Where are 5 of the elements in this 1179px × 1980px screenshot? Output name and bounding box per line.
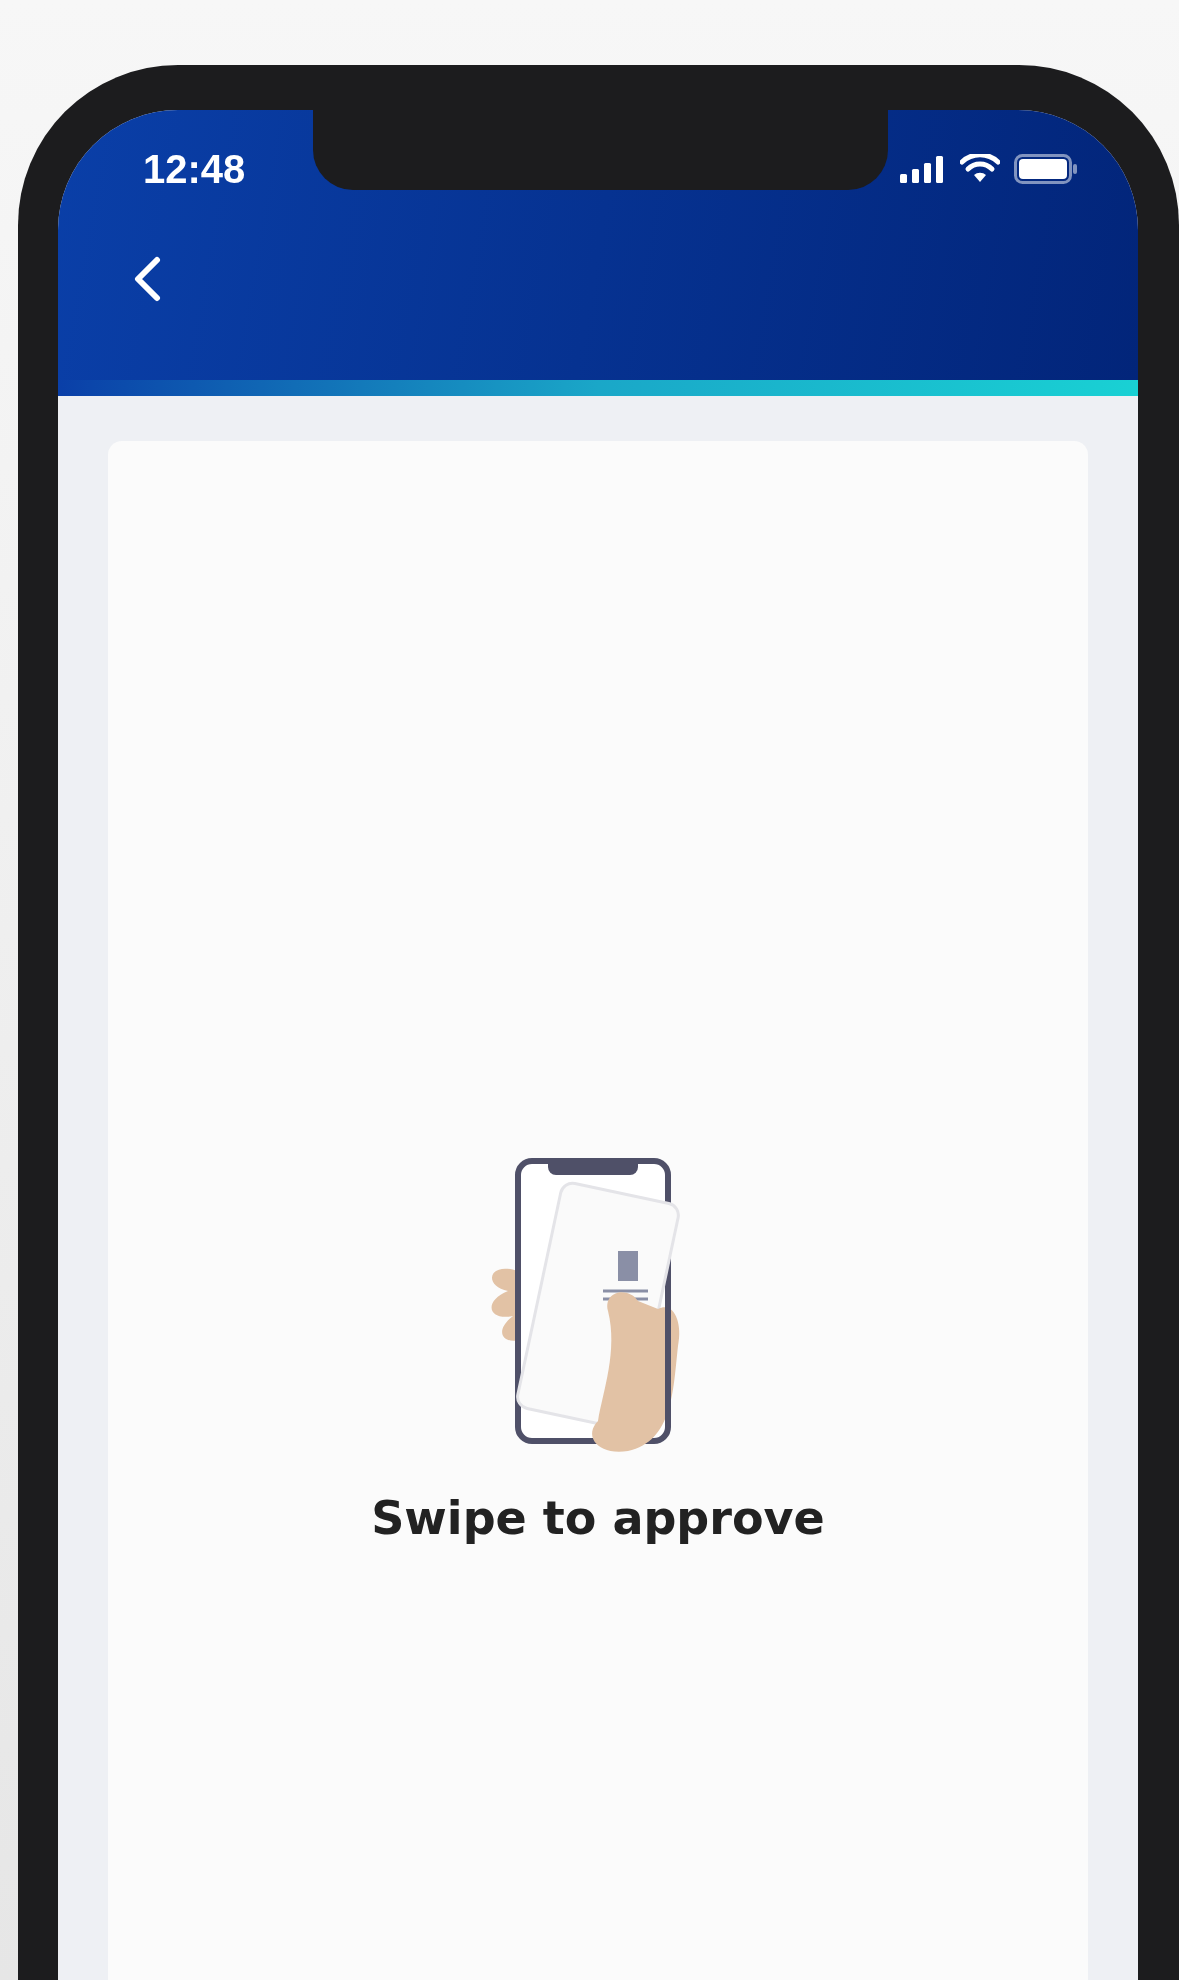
signal-icon <box>900 155 946 183</box>
status-time: 12:48 <box>143 146 246 192</box>
battery-icon <box>1014 154 1078 184</box>
instruction-text: Swipe to approve <box>371 1491 825 1545</box>
wifi-icon <box>960 154 1000 184</box>
